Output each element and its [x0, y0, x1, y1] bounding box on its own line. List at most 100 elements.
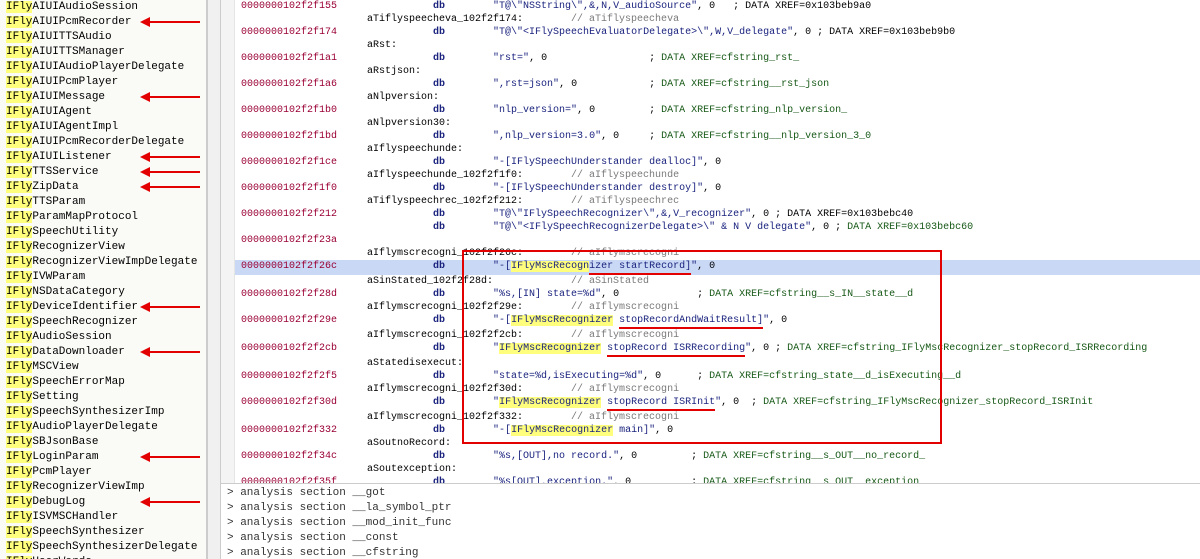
address [235, 463, 365, 476]
log-console[interactable]: analysis section __gotanalysis section _… [221, 483, 1200, 559]
class-name: AIUIAudioPlayerDelegate [32, 61, 184, 73]
sidebar-item-aiuipcmrecorder[interactable]: IFlyAIUIPcmRecorder [0, 15, 206, 30]
pane-divider[interactable] [207, 0, 221, 559]
disasm-row[interactable]: 0000000102f2f35f db "%s[OUT],exception."… [221, 476, 1200, 483]
disassembly-view[interactable]: 0000000102f2f155 db "T@\"NSString\",&,N,… [221, 0, 1200, 483]
disasm-row[interactable]: 0000000102f2f34c db "%s,[OUT],no record.… [221, 450, 1200, 463]
sidebar-item-deviceidentifier[interactable]: IFlyDeviceIdentifier [0, 300, 206, 315]
sidebar-item-mscview[interactable]: IFlyMSCView [0, 360, 206, 375]
sidebar-item-speechsynthesizerdelegate[interactable]: IFlySpeechSynthesizerDelegate [0, 540, 206, 555]
disasm-row[interactable]: 0000000102f2f29e db "-[IFlyMscRecognizer… [221, 314, 1200, 329]
console-line: analysis section __cfstring [227, 546, 1194, 559]
sidebar-item-userwords[interactable]: IFlyUserWords [0, 555, 206, 559]
sidebar-item-debuglog[interactable]: IFlyDebugLog [0, 495, 206, 510]
sidebar-item-recognizerview[interactable]: IFlyRecognizerView [0, 240, 206, 255]
class-prefix: IFly [6, 241, 32, 253]
disasm-row[interactable]: 0000000102f2f332 db "-[IFlyMscRecognizer… [221, 424, 1200, 437]
sidebar-item-setting[interactable]: IFlySetting [0, 390, 206, 405]
disasm-row[interactable]: 0000000102f2f155 db "T@\"NSString\",&,N,… [221, 0, 1200, 13]
sidebar-item-ttsparam[interactable]: IFlyTTSParam [0, 195, 206, 210]
disasm-row[interactable]: aTiflyspeecheva_102f2f174: // aTiflyspee… [221, 13, 1200, 26]
sidebar-item-sbjsonbase[interactable]: IFlySBJsonBase [0, 435, 206, 450]
disasm-row[interactable]: 0000000102f2f1a6 db ",rst=json", 0 ; DAT… [221, 78, 1200, 91]
sidebar-item-aiuimessage[interactable]: IFlyAIUIMessage [0, 90, 206, 105]
disasm-row[interactable]: 0000000102f2f1a1 db "rst=", 0 ; DATA XRE… [221, 52, 1200, 65]
disasm-row[interactable]: aSoutexception: [221, 463, 1200, 476]
class-name: LoginParam [32, 451, 98, 463]
sidebar-item-pcmplayer[interactable]: IFlyPcmPlayer [0, 465, 206, 480]
disasm-row[interactable]: 0000000102f2f23a [221, 234, 1200, 247]
class-name: RecognizerViewImp [32, 481, 144, 493]
symbol-sidebar[interactable]: IFlyAIUIAudioSessionIFlyAIUIPcmRecorderI… [0, 0, 207, 559]
sidebar-item-ttsservice[interactable]: IFlyTTSService [0, 165, 206, 180]
class-prefix: IFly [6, 451, 32, 463]
disasm-row[interactable]: aRst: [221, 39, 1200, 52]
sidebar-item-aiuipcmplayer[interactable]: IFlyAIUIPcmPlayer [0, 75, 206, 90]
sidebar-item-zipdata[interactable]: IFlyZipData [0, 180, 206, 195]
disasm-row[interactable]: 0000000102f2f1b0 db "nlp_version=", 0 ; … [221, 104, 1200, 117]
disasm-row[interactable]: aIflymscrecogni_102f2f26c: // aIflymscre… [221, 247, 1200, 260]
class-prefix: IFly [6, 391, 32, 403]
disasm-row[interactable]: 0000000102f2f1bd db ",nlp_version=3.0", … [221, 130, 1200, 143]
sidebar-item-datadownloader[interactable]: IFlyDataDownloader [0, 345, 206, 360]
sidebar-item-recognizerviewimp[interactable]: IFlyRecognizerViewImp [0, 480, 206, 495]
disasm-body: aRstjson: [365, 65, 1200, 78]
disasm-row[interactable]: 0000000102f2f174 db "T@\"<IFlySpeechEval… [221, 26, 1200, 39]
sidebar-item-audiosession[interactable]: IFlyAudioSession [0, 330, 206, 345]
class-name: ZipData [32, 181, 78, 193]
gutter-marker [221, 437, 235, 450]
sidebar-item-aiuiaudioplayerdelegate[interactable]: IFlyAIUIAudioPlayerDelegate [0, 60, 206, 75]
sidebar-item-parammapprotocol[interactable]: IFlyParamMapProtocol [0, 210, 206, 225]
sidebar-item-aiuilistener[interactable]: IFlyAIUIListener [0, 150, 206, 165]
disasm-row[interactable]: aSinStated_102f2f28d: // aSinStated [221, 275, 1200, 288]
sidebar-item-loginparam[interactable]: IFlyLoginParam [0, 450, 206, 465]
sidebar-item-aiuittsaudio[interactable]: IFlyAIUITTSAudio [0, 30, 206, 45]
disasm-row[interactable]: 0000000102f2f28d db "%s,[IN] state=%d", … [221, 288, 1200, 301]
disasm-body: aIflymscrecogni_102f2f2cb: // aIflymscre… [365, 329, 1200, 342]
disasm-row[interactable]: aNlpversion: [221, 91, 1200, 104]
disasm-row[interactable]: 0000000102f2f26c db "-[IFlyMscRecognizer… [221, 260, 1200, 275]
class-name: PcmPlayer [32, 466, 91, 478]
sidebar-item-recognizerviewimpdelegate[interactable]: IFlyRecognizerViewImpDelegate [0, 255, 206, 270]
sidebar-item-audioplayerdelegate[interactable]: IFlyAudioPlayerDelegate [0, 420, 206, 435]
sidebar-item-aiuittsmanager[interactable]: IFlyAIUITTSManager [0, 45, 206, 60]
sidebar-item-aiuiagent[interactable]: IFlyAIUIAgent [0, 105, 206, 120]
gutter-marker [221, 260, 235, 275]
sidebar-item-isvmschandler[interactable]: IFlyISVMSCHandler [0, 510, 206, 525]
disasm-row[interactable]: aIflyspeechunde: [221, 143, 1200, 156]
disasm-row[interactable]: 0000000102f2f30d db "IFlyMscRecognizer s… [221, 396, 1200, 411]
sidebar-item-aiuiaudiosession[interactable]: IFlyAIUIAudioSession [0, 0, 206, 15]
disasm-row[interactable]: aIflymscrecogni_102f2f2cb: // aIflymscre… [221, 329, 1200, 342]
disasm-row[interactable]: aIflymscrecogni_102f2f29e: // aIflymscre… [221, 301, 1200, 314]
sidebar-item-speechutility[interactable]: IFlySpeechUtility [0, 225, 206, 240]
sidebar-item-speechrecognizer[interactable]: IFlySpeechRecognizer [0, 315, 206, 330]
sidebar-item-nsdatacategory[interactable]: IFlyNSDataCategory [0, 285, 206, 300]
class-name: AIUIPcmPlayer [32, 76, 118, 88]
sidebar-item-speechsynthesizerimp[interactable]: IFlySpeechSynthesizerImp [0, 405, 206, 420]
disasm-row[interactable]: 0000000102f2f2f5 db "state=%d,isExecutin… [221, 370, 1200, 383]
sidebar-item-speecherrormap[interactable]: IFlySpeechErrorMap [0, 375, 206, 390]
sidebar-item-speechsynthesizer[interactable]: IFlySpeechSynthesizer [0, 525, 206, 540]
gutter-marker [221, 104, 235, 117]
sidebar-item-aiuiagentimpl[interactable]: IFlyAIUIAgentImpl [0, 120, 206, 135]
sidebar-item-aiuipcmrecorderdelegate[interactable]: IFlyAIUIPcmRecorderDelegate [0, 135, 206, 150]
class-prefix: IFly [6, 121, 32, 133]
disasm-body: db "IFlyMscRecognizer stopRecord ISRInit… [365, 396, 1200, 411]
gutter-marker [221, 52, 235, 65]
disasm-row[interactable]: aRstjson: [221, 65, 1200, 78]
disasm-row[interactable]: aIflymscrecogni_102f2f30d: // aIflymscre… [221, 383, 1200, 396]
disasm-row[interactable]: aIflyspeechunde_102f2f1f0: // aIflyspeec… [221, 169, 1200, 182]
disasm-row[interactable]: 0000000102f2f2cb db "IFlyMscRecognizer s… [221, 342, 1200, 357]
disasm-row[interactable]: aIflymscrecogni_102f2f332: // aIflymscre… [221, 411, 1200, 424]
disasm-row[interactable]: db "T@\"<IFlySpeechRecognizerDelegate>\"… [221, 221, 1200, 234]
disasm-row[interactable]: aStatedisexecut: [221, 357, 1200, 370]
disasm-row[interactable]: aTiflyspeechrec_102f2f212: // aTiflyspee… [221, 195, 1200, 208]
disasm-row[interactable]: 0000000102f2f212 db "T@\"IFlySpeechRecog… [221, 208, 1200, 221]
sidebar-item-ivwparam[interactable]: IFlyIVWParam [0, 270, 206, 285]
disasm-row[interactable]: aNlpversion30: [221, 117, 1200, 130]
disasm-row[interactable]: aSoutnoRecord: [221, 437, 1200, 450]
disasm-row[interactable]: 0000000102f2f1ce db "-[IFlySpeechUnderst… [221, 156, 1200, 169]
disasm-body: db "T@\"IFlySpeechRecognizer\",&,V_recog… [365, 208, 1200, 221]
disasm-row[interactable]: 0000000102f2f1f0 db "-[IFlySpeechUnderst… [221, 182, 1200, 195]
gutter-marker [221, 329, 235, 342]
